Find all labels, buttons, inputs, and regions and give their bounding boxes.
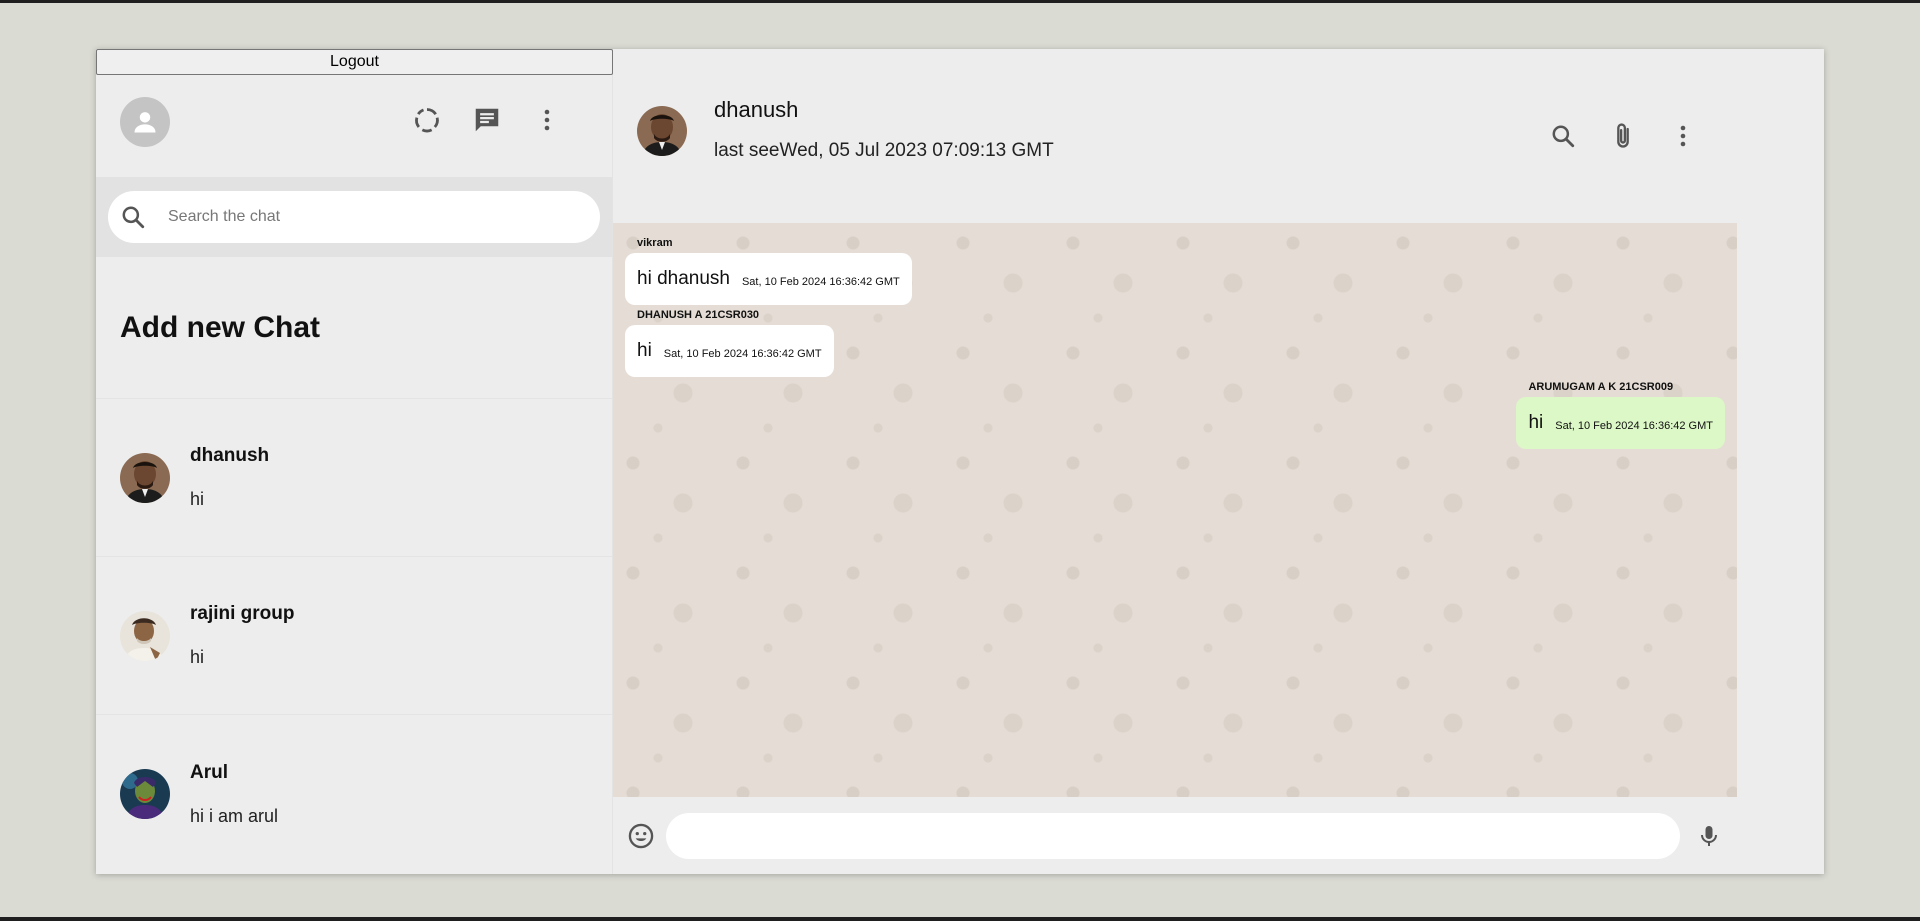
message-sender: vikram <box>637 237 673 249</box>
chat-last-message: hi <box>190 489 205 509</box>
logout-button[interactable]: Logout <box>96 49 613 75</box>
chat-header-icons <box>1548 121 1698 151</box>
message-bubble[interactable]: hi Sat, 10 Feb 2024 16:36:42 GMT <box>625 325 834 377</box>
contact-avatar[interactable] <box>637 106 687 156</box>
chat-panel: dhanush last seeWed, 05 Jul 2023 07:09:1… <box>613 49 1824 874</box>
chat-menu-icon[interactable] <box>1668 121 1698 151</box>
message-timestamp: Sat, 10 Feb 2024 16:36:42 GMT <box>663 348 822 360</box>
message-input[interactable] <box>666 812 1680 859</box>
chat-app: Logout Search the chat Add new Chat dhan… <box>96 49 1824 874</box>
contact-name: dhanush <box>714 97 799 122</box>
chat-item-rajini-group[interactable]: rajini group hi <box>96 557 612 715</box>
chat-name: Arul <box>190 761 228 783</box>
chat-name: rajini group <box>190 603 295 624</box>
message-received: DHANUSH A 21CSR030 hi Sat, 10 Feb 2024 1… <box>625 309 834 377</box>
message-timestamp: Sat, 10 Feb 2024 16:36:42 GMT <box>741 276 900 288</box>
message-text: hi dhanush <box>637 268 730 289</box>
chat-footer <box>613 797 1737 874</box>
message-sender: DHANUSH A 21CSR030 <box>637 309 760 321</box>
message-text: hi <box>1528 412 1544 433</box>
sidebar-header <box>96 75 612 185</box>
person-icon <box>134 112 156 133</box>
search-box <box>108 191 600 243</box>
search-bar <box>96 177 612 257</box>
sidebar: Logout Search the chat Add new Chat dhan… <box>96 49 613 874</box>
message-timestamp: Sat, 10 Feb 2024 16:36:42 GMT <box>1555 420 1713 432</box>
user-avatar[interactable] <box>120 97 170 147</box>
message-sent: ARUMUGAM A K 21CSR009 hi Sat, 10 Feb 202… <box>1516 381 1725 449</box>
dhanush-avatar <box>120 452 170 503</box>
sidebar-header-icons <box>412 105 562 135</box>
add-new-chat-label: Add new Chat <box>120 310 320 344</box>
message-area[interactable]: vikram hi dhanush Sat, 10 Feb 2024 16:36… <box>613 223 1737 797</box>
message-sender: ARUMUGAM A K 21CSR009 <box>1528 381 1674 393</box>
message-text: hi <box>637 340 652 361</box>
arul-avatar <box>120 769 170 819</box>
chat-last-message: hi i am arul <box>190 805 279 826</box>
message-bubble[interactable]: hi Sat, 10 Feb 2024 16:36:42 GMT <box>1516 397 1725 449</box>
chat-item-arul[interactable]: Arul hi i am arul <box>96 715 612 873</box>
message-received: vikram hi dhanush Sat, 10 Feb 2024 16:36… <box>625 237 912 305</box>
chat-last-message: hi <box>190 647 205 667</box>
search-input[interactable] <box>168 208 548 226</box>
message-bubble[interactable]: hi dhanush Sat, 10 Feb 2024 16:36:42 GMT <box>625 253 912 305</box>
chat-header: dhanush last seeWed, 05 Jul 2023 07:09:1… <box>613 49 1824 223</box>
add-new-chat[interactable]: Add new Chat <box>96 257 612 399</box>
attach-icon[interactable] <box>1608 121 1638 151</box>
search-icon[interactable] <box>120 204 146 230</box>
contact-info: dhanush last seeWed, 05 Jul 2023 07:09:1… <box>714 97 1054 162</box>
chat-list: dhanush hi rajini group hi Arul hi i am … <box>96 399 612 874</box>
chat-item-dhanush[interactable]: dhanush hi <box>96 399 612 557</box>
emoji-icon[interactable] <box>626 821 656 851</box>
last-seen-status: last seeWed, 05 Jul 2023 07:09:13 GMT <box>714 140 1054 161</box>
new-chat-icon[interactable] <box>472 105 502 135</box>
rajini-avatar <box>120 610 170 661</box>
menu-icon[interactable] <box>532 105 562 135</box>
search-icon[interactable] <box>1548 121 1578 151</box>
microphone-icon[interactable] <box>1694 821 1724 851</box>
status-icon[interactable] <box>412 105 442 135</box>
chat-name: dhanush <box>190 445 270 466</box>
